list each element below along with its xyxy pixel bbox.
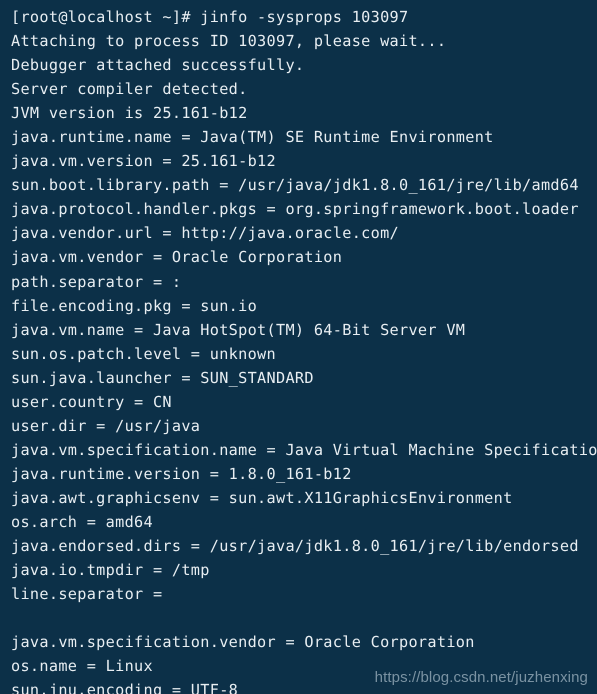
terminal-output-line: JVM version is 25.161-b12 [11,104,248,123]
terminal-output-line: java.vm.vendor = Oracle Corporation [11,248,343,267]
terminal-output-line: java.vm.name = Java HotSpot(TM) 64-Bit S… [11,320,466,339]
terminal-output-line: java.runtime.version = 1.8.0_161-b12 [11,464,352,483]
terminal-output-line: java.endorsed.dirs = /usr/java/jdk1.8.0_… [11,537,579,556]
terminal-output-line: java.runtime.name = Java(TM) SE Runtime … [11,128,494,147]
terminal-output-line: file.encoding.pkg = sun.io [11,296,258,315]
terminal-output-line: java.vm.version = 25.161-b12 [11,152,276,171]
terminal-output-line: java.awt.graphicsenv = sun.awt.X11Graphi… [11,488,513,507]
terminal-output-line: Server compiler detected. [11,80,248,99]
terminal-output-line: user.country = CN [11,392,172,411]
terminal-output-line: java.protocol.handler.pkgs = org.springf… [11,200,579,219]
terminal-output: [root@localhost ~]# jinfo -sysprops 1030… [11,5,597,694]
terminal-output-line: java.vendor.url = http://java.oracle.com… [11,224,400,243]
terminal-output-line: java.io.tmpdir = /tmp [11,561,210,580]
watermark-text: https://blog.csdn.net/juzhenxing [374,669,588,686]
terminal-output-line: java.vm.specification.vendor = Oracle Co… [11,633,475,652]
terminal-output-line: sun.java.launcher = SUN_STANDARD [11,368,314,387]
terminal-output-line: line.separator = [11,585,172,604]
terminal-output-line: sun.boot.library.path = /usr/java/jdk1.8… [11,176,579,195]
terminal-output-line: os.arch = amd64 [11,512,153,531]
terminal-window[interactable]: [root@localhost ~]# jinfo -sysprops 1030… [0,0,597,694]
terminal-output-line: Attaching to process ID 103097, please w… [11,32,447,51]
terminal-output-line: user.dir = /usr/java [11,416,201,435]
terminal-output-line: java.vm.specification.name = Java Virtua… [11,440,597,459]
terminal-output-line: sun.os.patch.level = unknown [11,344,276,363]
terminal-output-line: path.separator = : [11,272,182,291]
terminal-output-line: Debugger attached successfully. [11,56,305,75]
terminal-command-line: [root@localhost ~]# jinfo -sysprops 1030… [11,8,409,26]
